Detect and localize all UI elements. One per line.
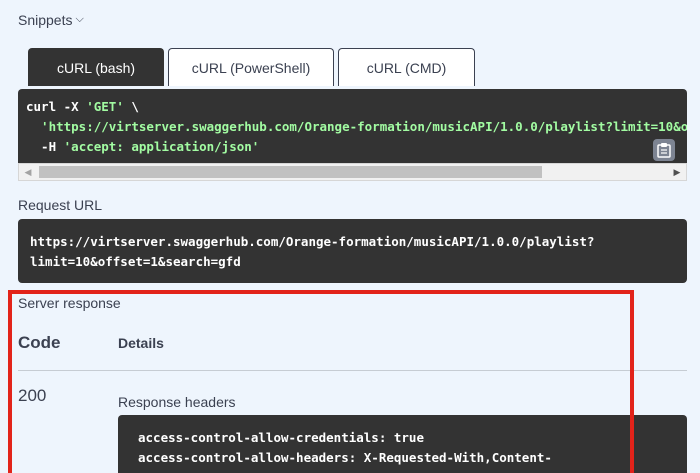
curl-line1-prefix: curl -X [26,99,87,114]
chevron-down-icon: ⌵ [75,12,84,25]
curl-line1-method: 'GET' [86,99,124,114]
copy-to-clipboard-button[interactable] [653,139,675,161]
tab-curl-powershell[interactable]: cURL (PowerShell) [168,48,334,86]
request-url-label: Request URL [18,197,103,213]
scroll-right-arrow-icon[interactable]: ▶ [668,164,686,180]
clipboard-icon [657,143,671,158]
tab-curl-bash[interactable]: cURL (bash) [28,48,164,86]
curl-line3-header: 'accept: application/json' [63,139,260,154]
scroll-left-arrow-icon[interactable]: ◀ [19,164,37,180]
curl-line2-url: 'https://virtserver.swaggerhub.com/Orang… [41,119,687,134]
horizontal-scrollbar[interactable]: ◀ ▶ [18,163,687,181]
scrollbar-thumb[interactable] [39,166,542,178]
curl-line1-suffix: \ [123,99,139,114]
curl-line3-prefix: -H [26,139,64,154]
highlight-annotation-box [8,290,634,473]
tab-curl-cmd[interactable]: cURL (CMD) [338,48,475,86]
snippets-toggle[interactable]: Snippets ⌵ [18,12,84,28]
request-url-line1: https://virtserver.swaggerhub.com/Orange… [30,234,595,249]
request-url-block: https://virtserver.swaggerhub.com/Orange… [18,219,687,283]
snippet-tabs: cURL (bash) cURL (PowerShell) cURL (CMD) [28,48,475,86]
request-url-line2: limit=10&offset=1&search=gfd [30,254,241,269]
snippets-title: Snippets [18,12,73,28]
